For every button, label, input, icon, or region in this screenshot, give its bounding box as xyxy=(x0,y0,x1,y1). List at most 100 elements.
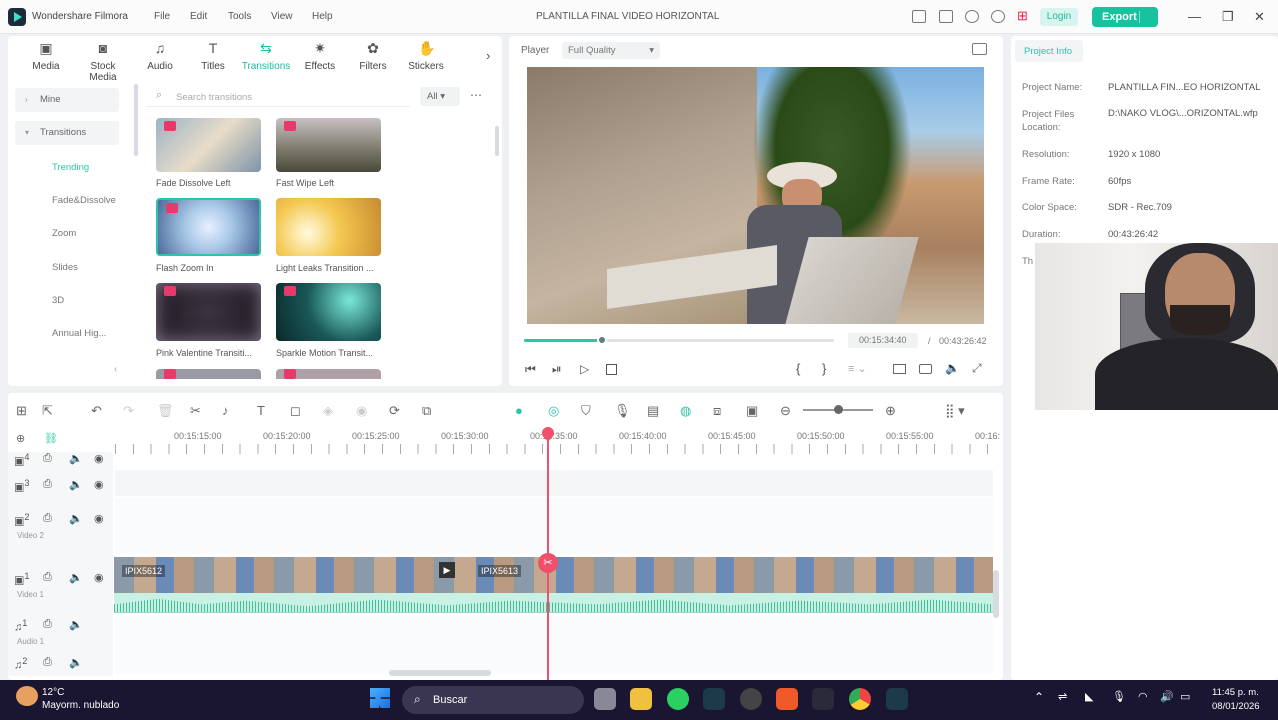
volume-icon[interactable]: 🔈 xyxy=(945,361,960,375)
app-tray-icon[interactable]: ◣ xyxy=(1085,690,1093,703)
group-icon[interactable]: ⧉ xyxy=(422,403,431,419)
sidebar-item-annual[interactable]: Annual Hig... xyxy=(52,328,106,339)
maximize-icon[interactable]: ❐ xyxy=(1222,9,1234,25)
chrome-icon[interactable] xyxy=(849,688,871,710)
mute-icon[interactable]: 🔈 xyxy=(69,656,83,669)
transition-thumb-selected[interactable] xyxy=(156,198,261,256)
previous-frame-icon[interactable]: ⏮ xyxy=(525,362,536,377)
search-bar[interactable]: ⌕ Search transitions xyxy=(146,87,410,107)
eye-icon[interactable]: ◉ xyxy=(94,478,104,491)
play-icon[interactable]: ▷ xyxy=(580,362,589,376)
monitor-icon[interactable] xyxy=(912,10,926,23)
tab-titles[interactable]: T Titles xyxy=(187,40,239,72)
layout-icon[interactable]: ⊞ xyxy=(16,403,27,419)
current-time[interactable]: 00:15:34:40 xyxy=(848,333,918,348)
track-lane[interactable] xyxy=(115,498,993,554)
fullscreen-icon[interactable]: ⤢ xyxy=(972,361,982,376)
mic-icon[interactable]: 🎙 xyxy=(1112,690,1126,703)
transition-thumb[interactable] xyxy=(276,118,381,172)
wifi-icon[interactable]: ◠ xyxy=(1138,690,1148,703)
lock-icon[interactable]: ⎙ xyxy=(43,656,52,669)
tab-stock-media[interactable]: ◙ Stock Media xyxy=(77,40,129,83)
minimize-icon[interactable]: — xyxy=(1188,9,1201,24)
menu-tools[interactable]: Tools xyxy=(228,11,251,22)
keyframe-icon[interactable]: ◈ xyxy=(323,403,333,419)
more-icon[interactable]: ⋯ xyxy=(470,88,482,102)
eye-icon[interactable]: ◉ xyxy=(94,512,104,525)
speed-icon[interactable]: ⟳ xyxy=(389,403,400,419)
microphone-icon[interactable]: 🎙 xyxy=(614,403,631,419)
timeline-scrollbar[interactable] xyxy=(389,670,491,676)
sidebar-scrollbar[interactable] xyxy=(134,84,138,156)
taskbar-search[interactable]: ⌕ Buscar xyxy=(402,686,584,714)
lock-icon[interactable]: ⎙ xyxy=(43,571,52,584)
sidebar-item-trending[interactable]: Trending xyxy=(52,162,89,173)
chevron-up-icon[interactable]: ⌃ xyxy=(1034,690,1044,704)
eye-icon[interactable]: ◉ xyxy=(94,571,104,584)
delete-icon[interactable]: 🗑 xyxy=(157,403,174,419)
stop-icon[interactable] xyxy=(606,364,617,375)
redo-icon[interactable]: ↷ xyxy=(123,403,134,419)
battery-icon[interactable]: ▭ xyxy=(1180,690,1190,703)
app-icon[interactable] xyxy=(740,688,762,710)
sidebar-item-fade-dissolve[interactable]: Fade&Dissolve xyxy=(52,195,116,206)
zoom-out-icon[interactable]: ⊖ xyxy=(780,403,791,419)
ai-icon[interactable]: ◍ xyxy=(680,403,691,419)
voiceover-icon[interactable]: ▤ xyxy=(647,403,659,419)
whatsapp-icon[interactable] xyxy=(667,688,689,710)
lock-icon[interactable]: ⎙ xyxy=(43,512,52,525)
sidebar-item-slides[interactable]: Slides xyxy=(52,262,78,273)
collapse-icon[interactable]: ‹ xyxy=(114,364,117,375)
sidebar-item-mine[interactable]: Mine xyxy=(15,88,119,112)
tab-audio[interactable]: ♫ Audio xyxy=(134,40,186,72)
filmora-taskbar-icon[interactable] xyxy=(703,688,725,710)
link-icon[interactable]: ⛓ xyxy=(44,432,58,445)
filmora-taskbar-icon[interactable] xyxy=(886,688,908,710)
lock-icon[interactable]: ⎙ xyxy=(43,478,52,491)
quality-select[interactable]: Full Quality ▾ xyxy=(562,42,660,59)
snapshot-icon[interactable] xyxy=(972,43,987,55)
brave-icon[interactable] xyxy=(776,688,798,710)
render-icon[interactable]: ● xyxy=(515,403,523,418)
progress-handle[interactable] xyxy=(596,335,607,345)
tab-stickers[interactable]: ✋ Stickers xyxy=(400,40,452,72)
cloud-icon[interactable] xyxy=(965,10,979,23)
sidebar-item-zoom[interactable]: Zoom xyxy=(52,228,76,239)
cut-icon[interactable]: ✂ xyxy=(190,403,201,419)
grid-view-icon[interactable]: ⣿ ▾ xyxy=(945,403,965,419)
menu-file[interactable]: File xyxy=(154,11,170,22)
transition-thumb[interactable] xyxy=(156,118,261,172)
login-button[interactable]: Login xyxy=(1040,8,1078,26)
sidebar-item-transitions[interactable]: Transitions xyxy=(15,121,119,145)
gift-icon[interactable]: ⊞ xyxy=(1017,8,1028,24)
transitions-scrollbar[interactable] xyxy=(495,126,499,156)
menu-view[interactable]: View xyxy=(271,11,293,22)
marker-icon[interactable]: ⛉ xyxy=(581,403,591,419)
mute-icon[interactable]: 🔈 xyxy=(69,618,83,631)
text-tool-icon[interactable]: T xyxy=(257,403,265,418)
menu-edit[interactable]: Edit xyxy=(190,11,207,22)
tab-filters[interactable]: ✿ Filters xyxy=(347,40,399,72)
menu-help[interactable]: Help xyxy=(312,11,333,22)
display-icon[interactable] xyxy=(893,364,906,374)
preview-render-icon[interactable]: ◎ xyxy=(548,403,559,419)
save-icon[interactable] xyxy=(939,10,953,23)
audio-waveform[interactable] xyxy=(114,593,993,613)
filter-select[interactable]: All ▾ xyxy=(420,87,460,106)
snapshot-icon[interactable]: ▣ xyxy=(746,403,758,419)
task-view-icon[interactable] xyxy=(594,688,616,710)
clock-time[interactable]: 11:45 p. m. xyxy=(1212,687,1259,698)
transition-thumb[interactable] xyxy=(276,369,381,379)
settings-icon[interactable]: ⇌ xyxy=(1058,690,1067,703)
marker-icon[interactable]: ≡ ⌄ xyxy=(848,362,867,375)
pip-icon[interactable]: ⧈ xyxy=(713,403,721,419)
undo-icon[interactable]: ↶ xyxy=(91,403,102,419)
mark-out-icon[interactable]: } xyxy=(822,361,826,376)
tab-transitions[interactable]: ⇆ Transitions xyxy=(240,40,292,72)
tab-effects[interactable]: ✷ Effects xyxy=(294,40,346,72)
mark-in-icon[interactable]: { xyxy=(796,361,800,376)
transition-thumb[interactable] xyxy=(276,283,381,341)
close-icon[interactable]: ✕ xyxy=(1254,9,1265,25)
clock-date[interactable]: 08/01/2026 xyxy=(1212,701,1260,712)
track-lane[interactable] xyxy=(115,616,993,674)
